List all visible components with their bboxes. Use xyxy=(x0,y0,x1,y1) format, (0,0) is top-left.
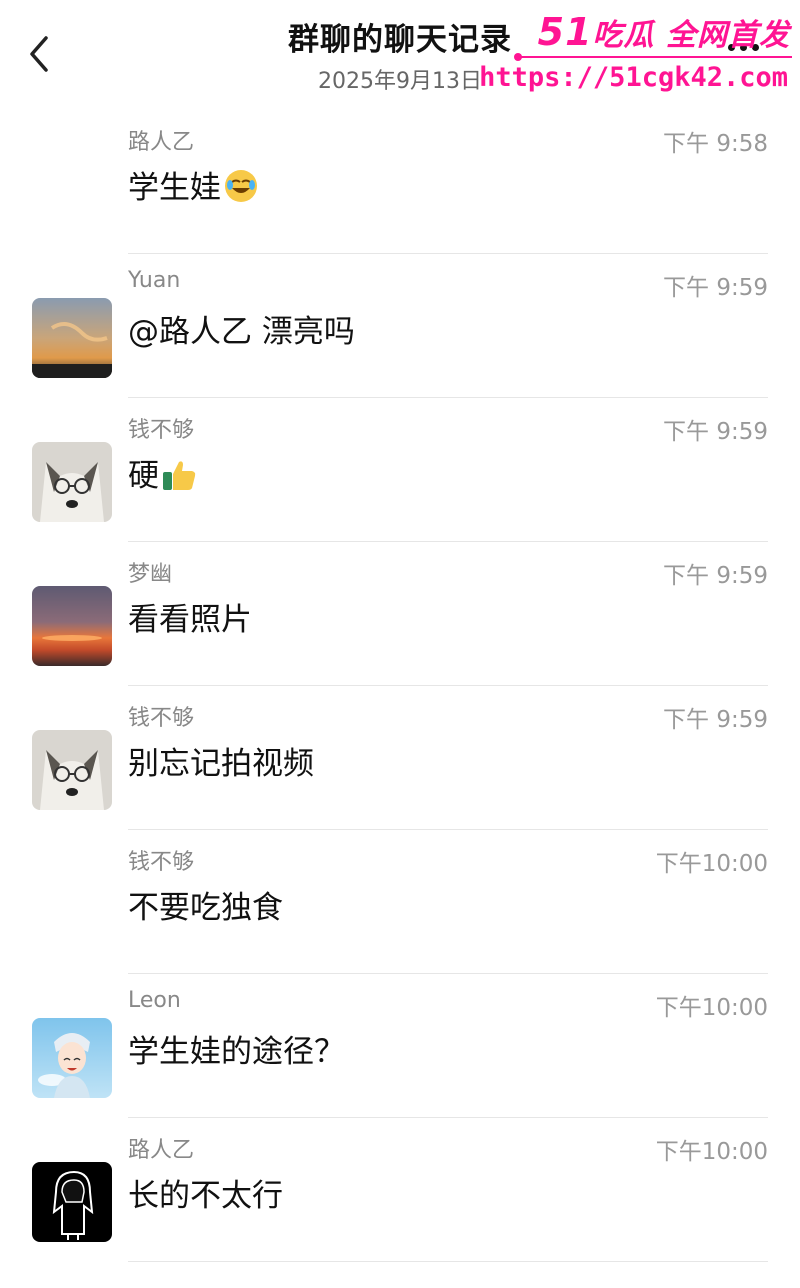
watermark-brand-num: 51 xyxy=(537,10,593,54)
avatar[interactable] xyxy=(32,298,112,378)
sender-name: 钱不够 xyxy=(128,850,195,875)
avatar[interactable] xyxy=(32,730,112,810)
message-text: 学生娃的途径？ xyxy=(128,1034,345,1070)
message-text: 别忘记拍视频 xyxy=(128,746,314,782)
sender-name: Leon xyxy=(128,988,181,1013)
divider xyxy=(128,1261,768,1262)
watermark: 51吃瓜 全网首发 https://51cgk42.com xyxy=(479,8,800,108)
avatar[interactable] xyxy=(32,442,112,522)
message-item[interactable]: 钱不够 下午10:00 不要吃独食 xyxy=(0,830,800,974)
message-content: 不要吃独食 xyxy=(128,882,283,927)
message-item[interactable]: 钱不够 下午 9:59 硬 xyxy=(0,398,800,542)
message-time: 下午 9:59 xyxy=(663,707,768,733)
sender-name: 路人乙 xyxy=(128,130,195,155)
message-text: 硬 xyxy=(128,458,159,494)
message-content: 别忘记拍视频 xyxy=(128,738,314,783)
message-time: 下午10:00 xyxy=(655,995,768,1021)
message-item[interactable]: 梦幽 下午 9:59 看看照片 xyxy=(0,542,800,686)
avatar[interactable] xyxy=(32,586,112,666)
message-time: 下午 9:59 xyxy=(663,563,768,589)
watermark-divider xyxy=(514,53,792,61)
sender-name: 路人乙 xyxy=(128,1138,195,1163)
message-item[interactable]: 路人乙 下午10:00 长的不太行 xyxy=(0,1118,800,1262)
sender-name: 钱不够 xyxy=(128,706,195,731)
rolling-laugh-emoji xyxy=(223,168,259,212)
thumbs-up-emoji xyxy=(161,456,197,500)
message-text: 不要吃独食 xyxy=(128,890,283,926)
message-time: 下午10:00 xyxy=(655,851,768,877)
message-content: 看看照片 xyxy=(128,594,252,639)
message-text: 长的不太行 xyxy=(128,1178,283,1214)
chevron-left-icon xyxy=(30,36,48,72)
message-time: 下午 9:59 xyxy=(663,419,768,445)
back-button[interactable] xyxy=(24,32,60,76)
message-item[interactable]: 钱不够 下午 9:59 别忘记拍视频 xyxy=(0,686,800,830)
message-content: 学生娃的途径？ xyxy=(128,1026,345,1071)
header-bar: 群聊的聊天记录 2025年9月13日 51吃瓜 全网首发 https://51c… xyxy=(0,0,800,110)
watermark-brand-text: 吃瓜 全网首发 xyxy=(592,18,790,53)
sender-name: Yuan xyxy=(128,268,181,293)
avatar[interactable] xyxy=(32,1018,112,1098)
message-time: 下午10:00 xyxy=(655,1139,768,1165)
message-content: 硬 xyxy=(128,450,197,500)
message-item[interactable]: 路人乙 下午 9:58 学生娃 xyxy=(0,110,800,254)
message-text: 学生娃 xyxy=(128,170,221,206)
message-content: 学生娃 xyxy=(128,162,259,212)
avatar[interactable] xyxy=(32,1162,112,1242)
message-item[interactable]: Yuan 下午 9:59 @路人乙 漂亮吗 xyxy=(0,254,800,398)
message-time: 下午 9:59 xyxy=(663,275,768,301)
message-list: 路人乙 下午 9:58 学生娃 Yuan 下午 9:59 @路人乙 漂亮吗 钱不… xyxy=(0,110,800,1262)
watermark-brand: 51吃瓜 全网首发 xyxy=(538,10,790,54)
message-text: 看看照片 xyxy=(128,602,252,638)
sender-name: 梦幽 xyxy=(128,562,173,587)
sender-name: 钱不够 xyxy=(128,418,195,443)
message-text: @路人乙 漂亮吗 xyxy=(128,314,355,350)
watermark-url: https://51cgk42.com xyxy=(479,62,788,93)
message-item[interactable]: Leon 下午10:00 学生娃的途径？ xyxy=(0,974,800,1118)
message-content: 长的不太行 xyxy=(128,1170,283,1215)
message-time: 下午 9:58 xyxy=(663,131,768,157)
message-content: @路人乙 漂亮吗 xyxy=(128,306,355,351)
